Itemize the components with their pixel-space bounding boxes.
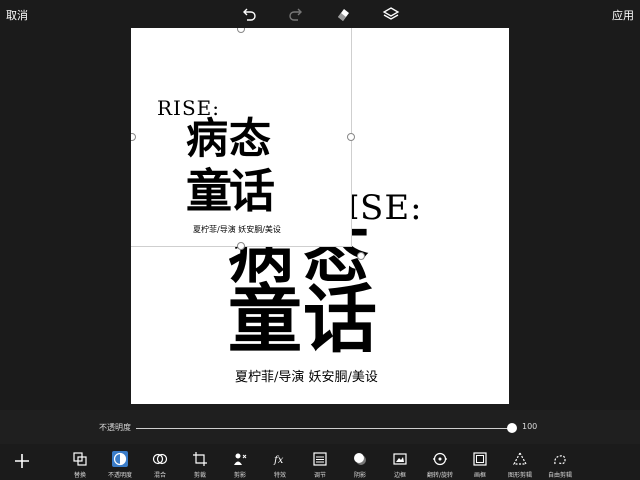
title-char-4: 话 xyxy=(303,277,377,363)
tool-label: 自由剪辑 xyxy=(547,472,572,479)
tool-label: 不透明度 xyxy=(107,472,132,479)
tool-opacity[interactable]: 不透明度 xyxy=(100,448,140,480)
overlay-credit-text: 夏柠菲/导演 妖安胴/美设 xyxy=(193,225,281,234)
overlay-image-layer[interactable]: RISE: 病 态 童 话 夏柠菲/导演 妖安胴/美设 xyxy=(131,28,351,246)
replace-icon xyxy=(72,451,88,467)
tool-label: 画框 xyxy=(473,472,486,479)
shadow-icon xyxy=(352,451,368,467)
eraser-icon[interactable] xyxy=(334,5,352,23)
tool-label: 调节 xyxy=(313,472,326,479)
handle-right[interactable] xyxy=(347,133,355,141)
credit-text: 夏柠菲/导演 妖安胴/美设 xyxy=(235,370,378,385)
tool-label: 替换 xyxy=(73,472,86,479)
tool-label: 混合 xyxy=(153,472,166,479)
tool-free-crop[interactable]: 自由剪辑 xyxy=(540,448,580,480)
tool-border[interactable]: 边框 xyxy=(380,448,420,480)
undo-icon[interactable] xyxy=(240,5,258,23)
tool-blend[interactable]: 混合 xyxy=(140,448,180,480)
silhouette-icon xyxy=(232,451,248,467)
opacity-icon xyxy=(112,451,128,467)
image-canvas[interactable]: RISE: 病 态 童 话 夏柠菲/导演 妖安胴/美设 RISE: 病 态 童 … xyxy=(131,28,509,404)
opacity-slider-thumb[interactable] xyxy=(507,423,517,433)
overlay-title-char-2: 态 xyxy=(229,114,272,163)
apply-button[interactable]: 应用 xyxy=(612,7,634,23)
tool-crop[interactable]: 剪裁 xyxy=(180,448,220,480)
title-char-3: 童 xyxy=(228,277,302,363)
crop-icon xyxy=(192,451,208,467)
cancel-button[interactable]: 取消 xyxy=(6,7,28,23)
bottom-toolbar: 替换 不透明度 混合 剪裁 剪影 fx 特效 调节 阴影 边框 翻转/旋转 画框 图形剪辑 自由剪辑 xyxy=(0,444,640,480)
tool-label: 剪裁 xyxy=(193,472,206,479)
blend-icon xyxy=(152,451,168,467)
handle-bottom[interactable] xyxy=(237,242,245,250)
handle-rotate[interactable] xyxy=(357,252,365,260)
tool-label: 翻转/旋转 xyxy=(426,472,454,479)
tool-label: 边框 xyxy=(393,472,406,479)
tool-label: 剪影 xyxy=(233,472,246,479)
tool-shadow[interactable]: 阴影 xyxy=(340,448,380,480)
plus-icon[interactable] xyxy=(13,452,31,470)
tool-shape-crop[interactable]: 图形剪辑 xyxy=(500,448,540,480)
shape-crop-icon xyxy=(512,451,528,467)
tool-label: 特效 xyxy=(273,472,286,479)
overlay-title-char-1: 病 xyxy=(186,114,229,163)
flip-rotate-icon xyxy=(432,451,448,467)
fx-icon: fx xyxy=(272,451,288,467)
opacity-slider-track[interactable] xyxy=(136,428,512,429)
top-bar: 取消 应用 xyxy=(0,0,640,28)
opacity-value: 100 xyxy=(522,422,538,431)
svg-text:fx: fx xyxy=(273,455,284,466)
tool-label: 图形剪辑 xyxy=(507,472,532,479)
tool-label: 阴影 xyxy=(353,472,366,479)
redo-icon[interactable] xyxy=(287,5,305,23)
editor-stage: RISE: 病 态 童 话 夏柠菲/导演 妖安胴/美设 RISE: 病 态 童 … xyxy=(0,28,640,410)
free-crop-icon xyxy=(552,451,568,467)
tool-frame[interactable]: 画框 xyxy=(460,448,500,480)
opacity-label: 不透明度 xyxy=(99,423,131,432)
layers-icon[interactable] xyxy=(382,5,400,23)
tool-replace[interactable]: 替换 xyxy=(60,448,100,480)
border-icon xyxy=(392,451,408,467)
adjust-icon xyxy=(312,451,328,467)
frame-icon xyxy=(472,451,488,467)
tool-adjust[interactable]: 调节 xyxy=(300,448,340,480)
tool-silhouette[interactable]: 剪影 xyxy=(220,448,260,480)
overlay-title-char-3: 童 xyxy=(186,164,232,218)
tool-fx[interactable]: fx 特效 xyxy=(260,448,300,480)
tool-flip-rotate[interactable]: 翻转/旋转 xyxy=(420,448,460,480)
overlay-title-char-4: 话 xyxy=(229,164,275,218)
opacity-slider-row: 不透明度 100 xyxy=(0,410,640,444)
